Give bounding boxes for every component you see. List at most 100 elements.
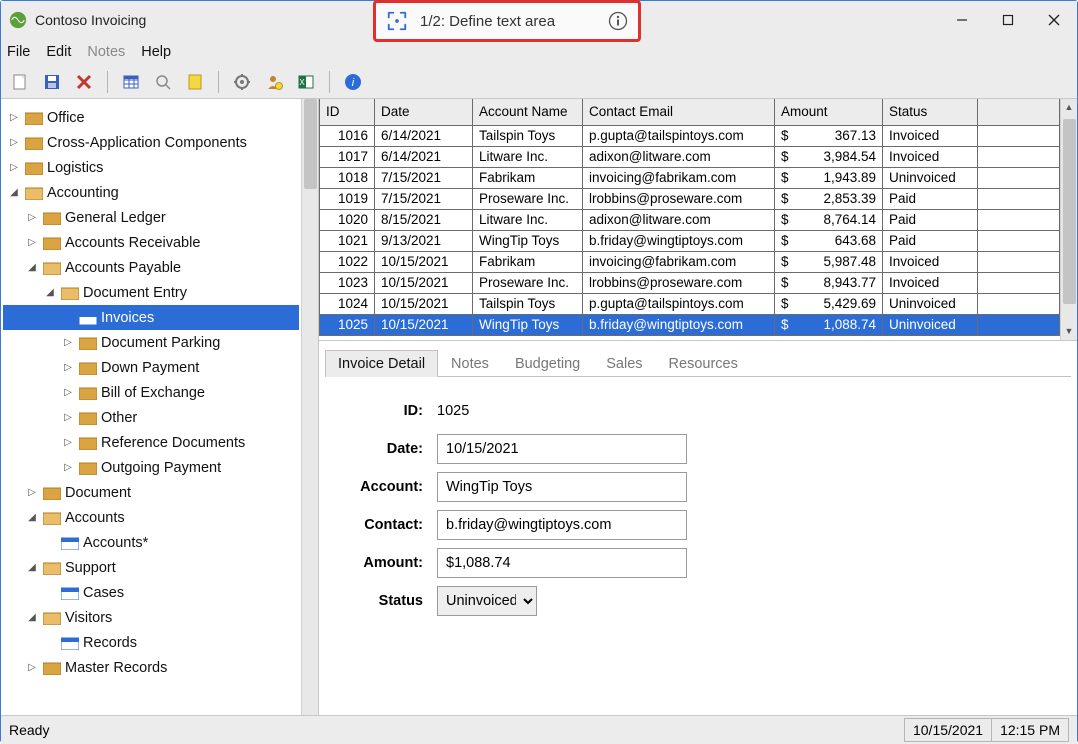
col-amount[interactable]: Amount: [775, 99, 883, 125]
tree-item-accounts-payable[interactable]: ◢Accounts Payable: [3, 255, 299, 280]
grid-button[interactable]: [120, 71, 142, 93]
table-row[interactable]: 102310/15/2021Proseware Inc.lrobbins@pro…: [320, 272, 1060, 293]
menu-notes[interactable]: Notes: [87, 44, 125, 60]
table-row[interactable]: 10166/14/2021Tailspin Toysp.gupta@tailsp…: [320, 125, 1060, 146]
table-row[interactable]: 10219/13/2021WingTip Toysb.friday@wingti…: [320, 230, 1060, 251]
tree-item-master-records[interactable]: ▷Master Records: [3, 655, 299, 680]
tree-item-records[interactable]: Records: [3, 630, 299, 655]
toolbar-separator: [218, 71, 219, 93]
folder-icon: [43, 661, 61, 675]
minimize-button[interactable]: [939, 1, 985, 39]
tree-item-outgoing-payment[interactable]: ▷Outgoing Payment: [3, 455, 299, 480]
label-id: ID:: [333, 403, 423, 419]
tree-item-logistics[interactable]: ▷Logistics: [3, 155, 299, 180]
svg-text:X: X: [299, 78, 305, 87]
tree-item-bill-of-exchange[interactable]: ▷Bill of Exchange: [3, 380, 299, 405]
contact-input[interactable]: [437, 510, 687, 540]
label-amount: Amount:: [333, 555, 423, 571]
navigation-tree[interactable]: ▷Office ▷Cross-Application Components ▷L…: [1, 99, 301, 715]
menu-edit[interactable]: Edit: [46, 44, 71, 60]
new-button[interactable]: [9, 71, 31, 93]
table-row[interactable]: 10197/15/2021Proseware Inc.lrobbins@pros…: [320, 188, 1060, 209]
folder-icon: [79, 461, 97, 475]
col-id[interactable]: ID: [320, 99, 375, 125]
date-input[interactable]: [437, 434, 687, 464]
detail-tabs: Invoice Detail Notes Budgeting Sales Res…: [325, 347, 1071, 377]
note-button[interactable]: [184, 71, 206, 93]
col-date[interactable]: Date: [375, 99, 473, 125]
tree-item-accounts-star[interactable]: Accounts*: [3, 530, 299, 555]
tree-item-office[interactable]: ▷Office: [3, 105, 299, 130]
table-row[interactable]: 102210/15/2021Fabrikaminvoicing@fabrikam…: [320, 251, 1060, 272]
info-button[interactable]: i: [342, 71, 364, 93]
search-button[interactable]: [152, 71, 174, 93]
menu-file[interactable]: File: [7, 44, 30, 60]
tree-item-cases[interactable]: Cases: [3, 580, 299, 605]
label-date: Date:: [333, 441, 423, 457]
tree-item-other[interactable]: ▷Other: [3, 405, 299, 430]
grid-scrollbar[interactable]: ▲▼: [1060, 99, 1077, 340]
folder-icon: [43, 486, 61, 500]
amount-input[interactable]: [437, 548, 687, 578]
col-account[interactable]: Account Name: [473, 99, 583, 125]
scroll-up-icon[interactable]: ▲: [1061, 99, 1077, 116]
folder-icon: [79, 386, 97, 400]
tab-sales[interactable]: Sales: [593, 350, 655, 377]
callout-text: 1/2: Define text area: [420, 13, 555, 30]
tree-item-cac[interactable]: ▷Cross-Application Components: [3, 130, 299, 155]
folder-icon: [79, 411, 97, 425]
tree-scrollbar[interactable]: [301, 99, 318, 715]
label-status: Status: [333, 593, 423, 609]
info-icon[interactable]: [608, 11, 628, 31]
maximize-button[interactable]: [985, 1, 1031, 39]
folder-icon: [25, 161, 43, 175]
tree-item-document-parking[interactable]: ▷Document Parking: [3, 330, 299, 355]
tree-item-reference-documents[interactable]: ▷Reference Documents: [3, 430, 299, 455]
col-contact[interactable]: Contact Email: [583, 99, 775, 125]
table-icon: [61, 586, 79, 600]
folder-icon: [43, 236, 61, 250]
close-button[interactable]: [1031, 1, 1077, 39]
table-row[interactable]: 102410/15/2021Tailspin Toysp.gupta@tails…: [320, 293, 1060, 314]
tree-item-accounting[interactable]: ◢Accounting: [3, 180, 299, 205]
account-input[interactable]: [437, 472, 687, 502]
settings-button[interactable]: [231, 71, 253, 93]
tab-notes[interactable]: Notes: [438, 350, 502, 377]
tree-item-invoices[interactable]: Invoices: [3, 305, 299, 330]
tree-item-down-payment[interactable]: ▷Down Payment: [3, 355, 299, 380]
tab-resources[interactable]: Resources: [656, 350, 751, 377]
toolbar-separator: [329, 71, 330, 93]
table-row[interactable]: 102510/15/2021WingTip Toysb.friday@wingt…: [320, 314, 1060, 335]
invoice-grid[interactable]: ID Date Account Name Contact Email Amoun…: [319, 99, 1060, 340]
table-row[interactable]: 10176/14/2021Litware Inc.adixon@litware.…: [320, 146, 1060, 167]
folder-open-icon: [61, 286, 79, 300]
tree-item-accounts[interactable]: ◢Accounts: [3, 505, 299, 530]
delete-button[interactable]: [73, 71, 95, 93]
menubar: File Edit Notes Help: [1, 39, 1077, 65]
tree-item-support[interactable]: ◢Support: [3, 555, 299, 580]
col-status[interactable]: Status: [883, 99, 978, 125]
excel-button[interactable]: X: [295, 71, 317, 93]
label-account: Account:: [333, 479, 423, 495]
status-date: 10/15/2021: [904, 718, 992, 742]
tree-item-document[interactable]: ▷Document: [3, 480, 299, 505]
tree-item-document-entry[interactable]: ◢Document Entry: [3, 280, 299, 305]
folder-open-icon: [43, 611, 61, 625]
status-select[interactable]: Uninvoiced: [437, 586, 537, 616]
user-button[interactable]: [263, 71, 285, 93]
tab-invoice-detail[interactable]: Invoice Detail: [325, 350, 438, 377]
tab-budgeting[interactable]: Budgeting: [502, 350, 593, 377]
table-row[interactable]: 10208/15/2021Litware Inc.adixon@litware.…: [320, 209, 1060, 230]
save-button[interactable]: [41, 71, 63, 93]
toolbar: X i: [1, 65, 1077, 99]
table-row[interactable]: 10187/15/2021Fabrikaminvoicing@fabrikam.…: [320, 167, 1060, 188]
folder-icon: [25, 136, 43, 150]
app-title: Contoso Invoicing: [35, 12, 146, 28]
tree-item-general-ledger[interactable]: ▷General Ledger: [3, 205, 299, 230]
tree-item-visitors[interactable]: ◢Visitors: [3, 605, 299, 630]
folder-open-icon: [43, 511, 61, 525]
tree-item-accounts-receivable[interactable]: ▷Accounts Receivable: [3, 230, 299, 255]
scroll-down-icon[interactable]: ▼: [1061, 323, 1077, 340]
menu-help[interactable]: Help: [141, 44, 171, 60]
app-icon: [9, 11, 27, 29]
